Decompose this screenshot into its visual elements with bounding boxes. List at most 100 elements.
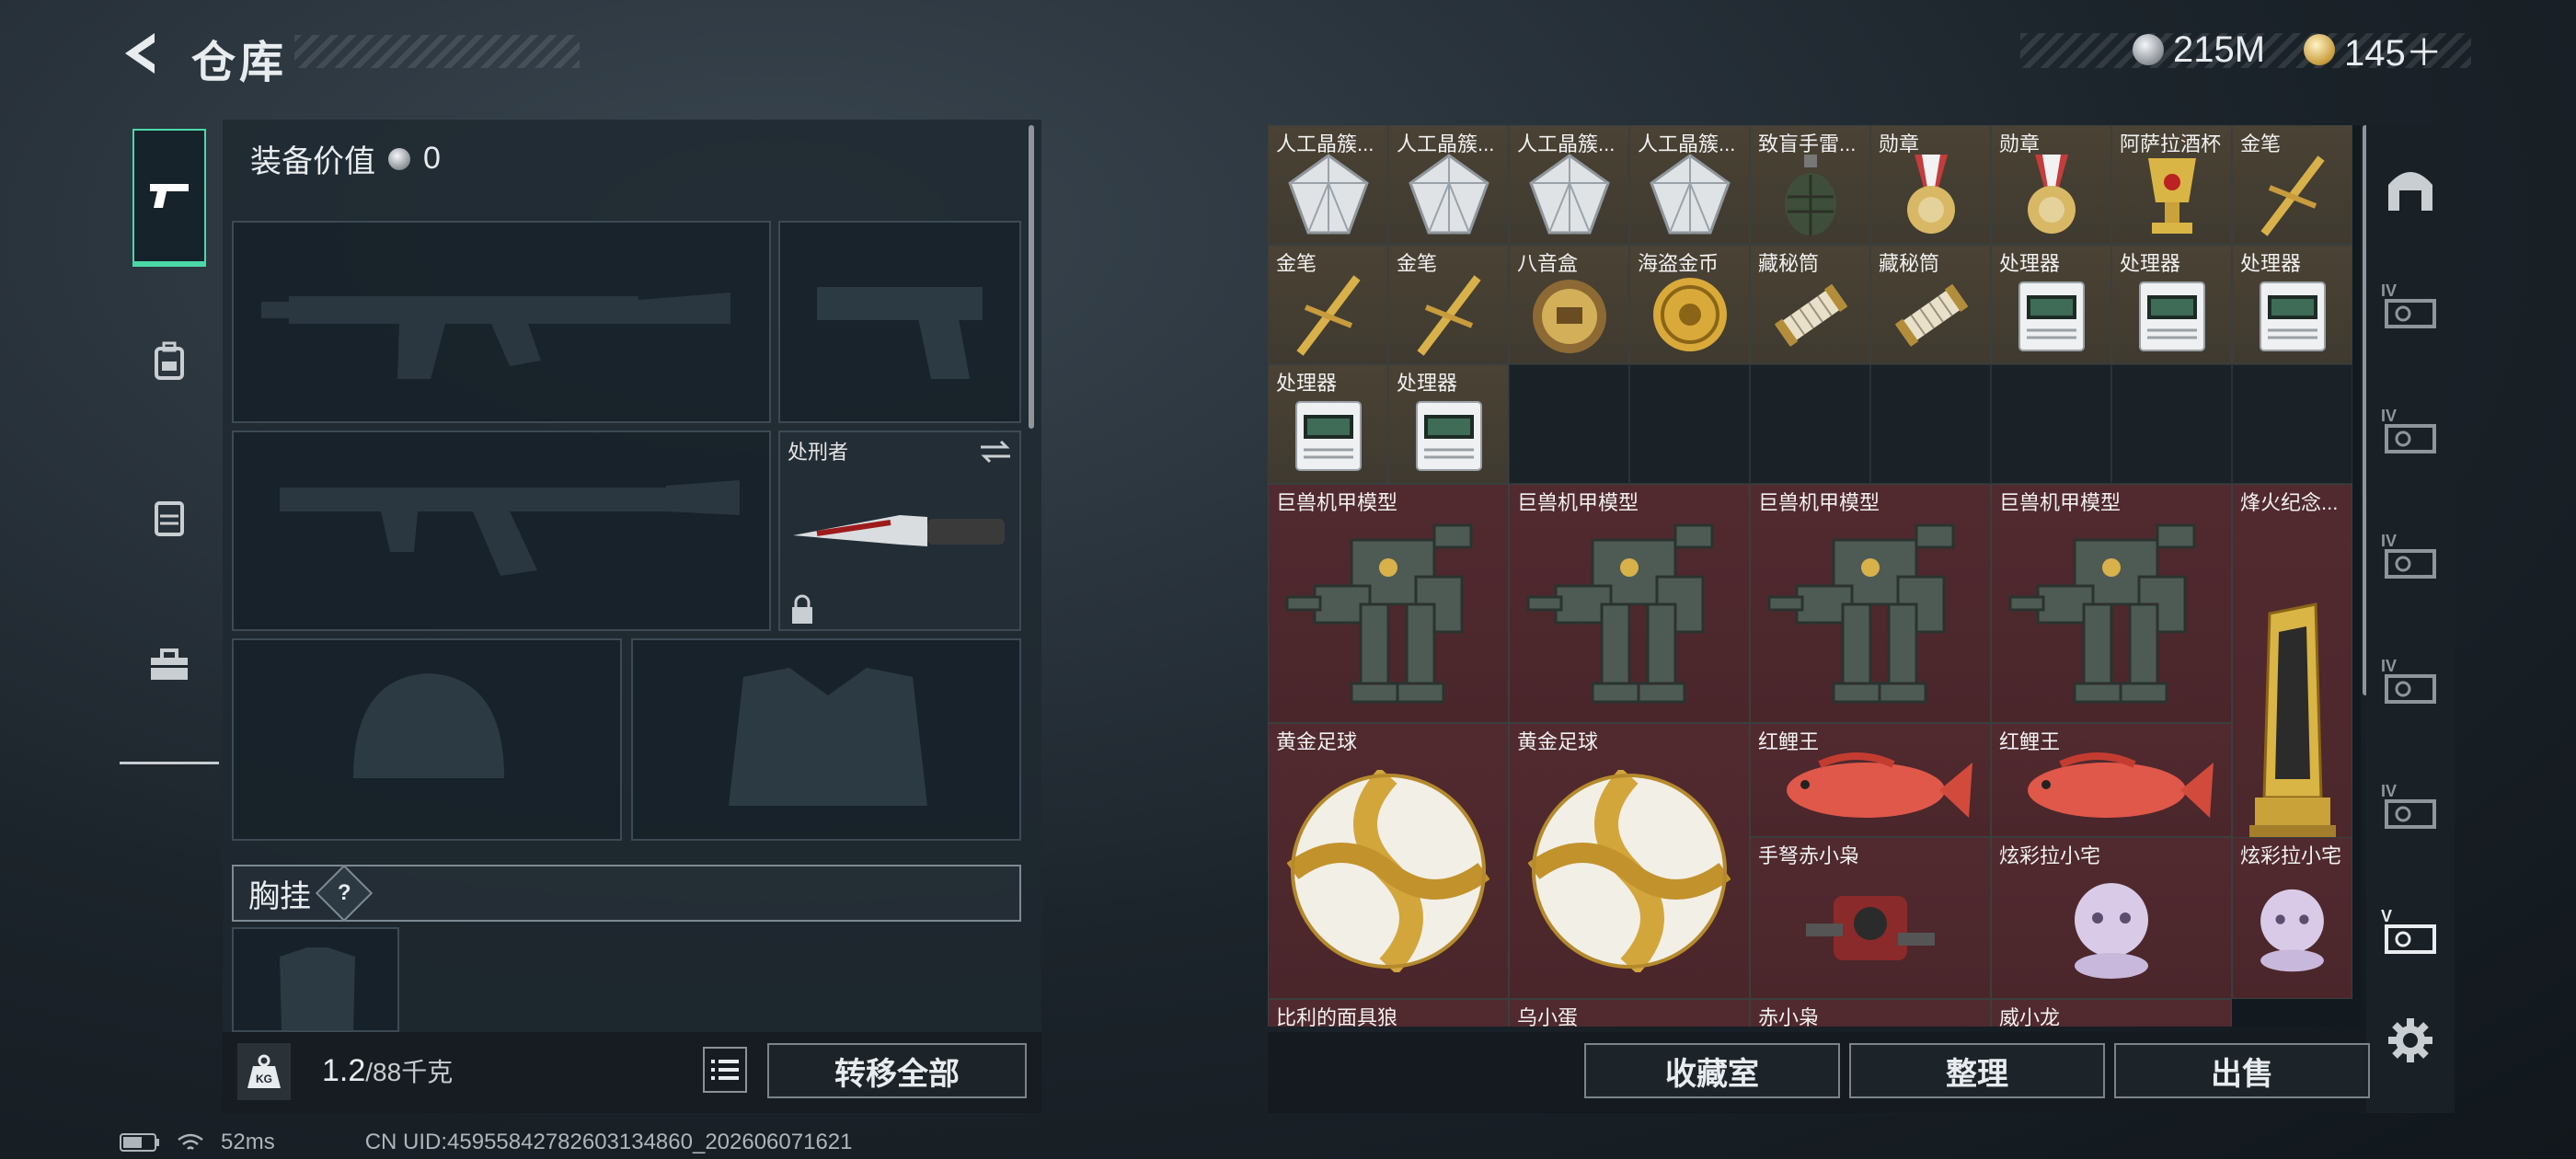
hafcoin-amount: 215M bbox=[2173, 29, 2266, 70]
title-decoration bbox=[294, 35, 580, 68]
mech-icon bbox=[1751, 509, 1990, 718]
warehouse-item-mask[interactable]: 比利的面具狼 bbox=[1268, 999, 1509, 1027]
warehouse-item-pen[interactable]: 金笔 bbox=[1268, 245, 1388, 364]
currency-hafcoin[interactable]: 215M bbox=[2133, 28, 2265, 72]
warehouse-item-grenade[interactable]: 致盲手雷... bbox=[1750, 125, 1870, 245]
warehouse-item-musicbox[interactable]: 八音盒 bbox=[1509, 245, 1629, 364]
warehouse-item-ball[interactable]: 黄金足球 bbox=[1509, 723, 1750, 999]
sell-button[interactable]: 出售 bbox=[2114, 1043, 2370, 1098]
organize-button[interactable]: 整理 bbox=[1849, 1043, 2105, 1098]
rifle-silhouette-icon bbox=[280, 480, 740, 576]
tab-vest[interactable] bbox=[132, 449, 206, 587]
equipment-scrollbar[interactable] bbox=[1029, 125, 1034, 429]
svg-text:KG: KG bbox=[256, 1073, 272, 1085]
warehouse-empty-cell[interactable] bbox=[1629, 364, 1750, 484]
pistol-icon bbox=[150, 184, 189, 208]
transfer-all-button[interactable]: 转移全部 bbox=[767, 1043, 1027, 1098]
warehouse-item-processor[interactable]: 处理器 bbox=[2232, 245, 2352, 364]
hafcoin-small-icon bbox=[388, 147, 410, 170]
warehouse-item-crystal[interactable]: 人工晶簇... bbox=[1388, 125, 1509, 245]
toolbox-icon bbox=[151, 648, 188, 680]
tab-backpack[interactable] bbox=[132, 293, 206, 430]
settings-gear-tab[interactable] bbox=[2379, 1014, 2442, 1071]
currency-triangle-coin[interactable]: 145＋ bbox=[2304, 28, 2443, 74]
tab-weapons[interactable] bbox=[132, 129, 206, 267]
mech-icon bbox=[1269, 509, 1508, 718]
warehouse-item-processor[interactable]: 处理器 bbox=[1991, 245, 2111, 364]
armor-slot[interactable] bbox=[631, 638, 1021, 841]
warehouse-item-crystal[interactable]: 人工晶簇... bbox=[1629, 125, 1750, 245]
processor-icon bbox=[1389, 389, 1508, 479]
help-icon[interactable]: ? bbox=[315, 864, 374, 923]
storage-tier-label: IV bbox=[2381, 657, 2398, 675]
list-view-button[interactable] bbox=[703, 1047, 747, 1093]
processor-icon bbox=[2233, 270, 2352, 360]
robot-icon bbox=[1751, 862, 1990, 995]
warehouse-empty-cell[interactable] bbox=[1870, 364, 1991, 484]
equipment-value: 装备价值 0 bbox=[250, 136, 441, 181]
warehouse-item-coin[interactable]: 海盗金币 bbox=[1629, 245, 1750, 364]
storage-iv-4-tab[interactable]: IV bbox=[2379, 657, 2442, 714]
warehouse-item-robot[interactable]: 赤小枭 bbox=[1750, 999, 1991, 1027]
warehouse-item-robot[interactable]: 手弩赤小枭 bbox=[1750, 836, 1991, 999]
processor-icon bbox=[2112, 270, 2231, 360]
warehouse-item-fish[interactable]: 红鲤王 bbox=[1750, 723, 1991, 837]
warehouse-empty-cell[interactable] bbox=[2111, 364, 2232, 484]
warehouse-item-processor[interactable]: 处理器 bbox=[1388, 364, 1509, 484]
chest-rig-slot[interactable] bbox=[232, 927, 399, 1032]
primary-weapon-slot-2[interactable] bbox=[232, 430, 771, 631]
warehouse-item-ball[interactable]: 黄金足球 bbox=[1268, 723, 1509, 999]
player-uid: CN UID:4595584278260313486​0_20260607162… bbox=[364, 1130, 853, 1154]
melee-slot[interactable]: 处刑者 bbox=[778, 430, 1021, 631]
robot-icon bbox=[1751, 1024, 1990, 1027]
warehouse-item-cryptex[interactable]: 藏秘筒 bbox=[1870, 245, 1991, 364]
warehouse-item-pen[interactable]: 金笔 bbox=[1388, 245, 1509, 364]
warehouse-item-cryptex[interactable]: 藏秘筒 bbox=[1750, 245, 1870, 364]
warehouse-empty-cell[interactable] bbox=[1750, 364, 1870, 484]
warehouse-empty-cell[interactable] bbox=[2232, 364, 2352, 484]
help-symbol: ? bbox=[337, 879, 351, 905]
storage-iv-1-tab[interactable]: IV bbox=[2379, 281, 2442, 339]
warehouse-empty-cell[interactable] bbox=[1509, 364, 1629, 484]
storage-iv-2-tab[interactable]: IV bbox=[2379, 407, 2442, 464]
chest-rig-header: 胸挂 ? bbox=[232, 864, 1021, 923]
warehouse-item-medal[interactable]: 勋章 bbox=[1870, 125, 1991, 245]
grenade-icon bbox=[1751, 150, 1869, 240]
crystal-icon bbox=[1389, 150, 1508, 240]
backpack-icon bbox=[155, 341, 184, 380]
collection-room-button[interactable]: 收藏室 bbox=[1584, 1043, 1840, 1098]
warehouse-item-mech[interactable]: 巨兽机甲模型 bbox=[1750, 484, 1991, 723]
storage-iv-5-tab[interactable]: IV bbox=[2379, 782, 2442, 839]
warehouse-item-processor[interactable]: 处理器 bbox=[1268, 364, 1388, 484]
back-button[interactable] bbox=[118, 28, 166, 79]
warehouse-empty-cell[interactable] bbox=[1991, 364, 2111, 484]
ball-icon bbox=[1269, 748, 1508, 994]
equipment-value-amount: 0 bbox=[423, 141, 441, 176]
warehouse-item-goblet[interactable]: 阿萨拉酒杯 bbox=[2111, 125, 2232, 245]
warehouse-item-plush[interactable]: 炫彩拉小宅 bbox=[2232, 836, 2352, 999]
warehouse-item-mech[interactable]: 巨兽机甲模型 bbox=[1509, 484, 1750, 723]
helmet-slot[interactable] bbox=[232, 638, 622, 841]
warehouse-item-robot[interactable]: 威小龙 bbox=[1991, 999, 2232, 1027]
warehouse-item-medal[interactable]: 勋章 bbox=[1991, 125, 2111, 245]
warehouse-item-plush[interactable]: 炫彩拉小宅 bbox=[1991, 836, 2232, 999]
musicbox-icon bbox=[1510, 270, 1628, 360]
warehouse-item-pen[interactable]: 金笔 bbox=[2232, 125, 2352, 245]
warehouse-item-mech[interactable]: 巨兽机甲模型 bbox=[1268, 484, 1509, 723]
storage-iv-3-tab[interactable]: IV bbox=[2379, 532, 2442, 589]
pistol-slot[interactable] bbox=[778, 221, 1021, 423]
medal-icon bbox=[1871, 150, 1990, 240]
primary-weapon-slot-1[interactable] bbox=[232, 221, 771, 423]
tab-toolbox[interactable] bbox=[132, 596, 206, 734]
warehouse-item-fish[interactable]: 红鲤王 bbox=[1991, 723, 2232, 837]
warehouse-item-processor[interactable]: 处理器 bbox=[2111, 245, 2232, 364]
warehouse-item-mech[interactable]: 巨兽机甲模型 bbox=[1991, 484, 2232, 723]
weight-kg-icon: KG bbox=[237, 1043, 291, 1100]
warehouse-item-crystal[interactable]: 人工晶簇... bbox=[1268, 125, 1388, 245]
swap-icon[interactable] bbox=[977, 438, 1014, 465]
home-tab[interactable] bbox=[2379, 162, 2442, 219]
warehouse-item-egg[interactable]: 乌小蛋 bbox=[1509, 999, 1750, 1027]
storage-v-tab[interactable]: V bbox=[2379, 907, 2442, 964]
warehouse-item-crystal[interactable]: 人工晶簇... bbox=[1509, 125, 1629, 245]
wifi-icon bbox=[178, 1133, 203, 1150]
